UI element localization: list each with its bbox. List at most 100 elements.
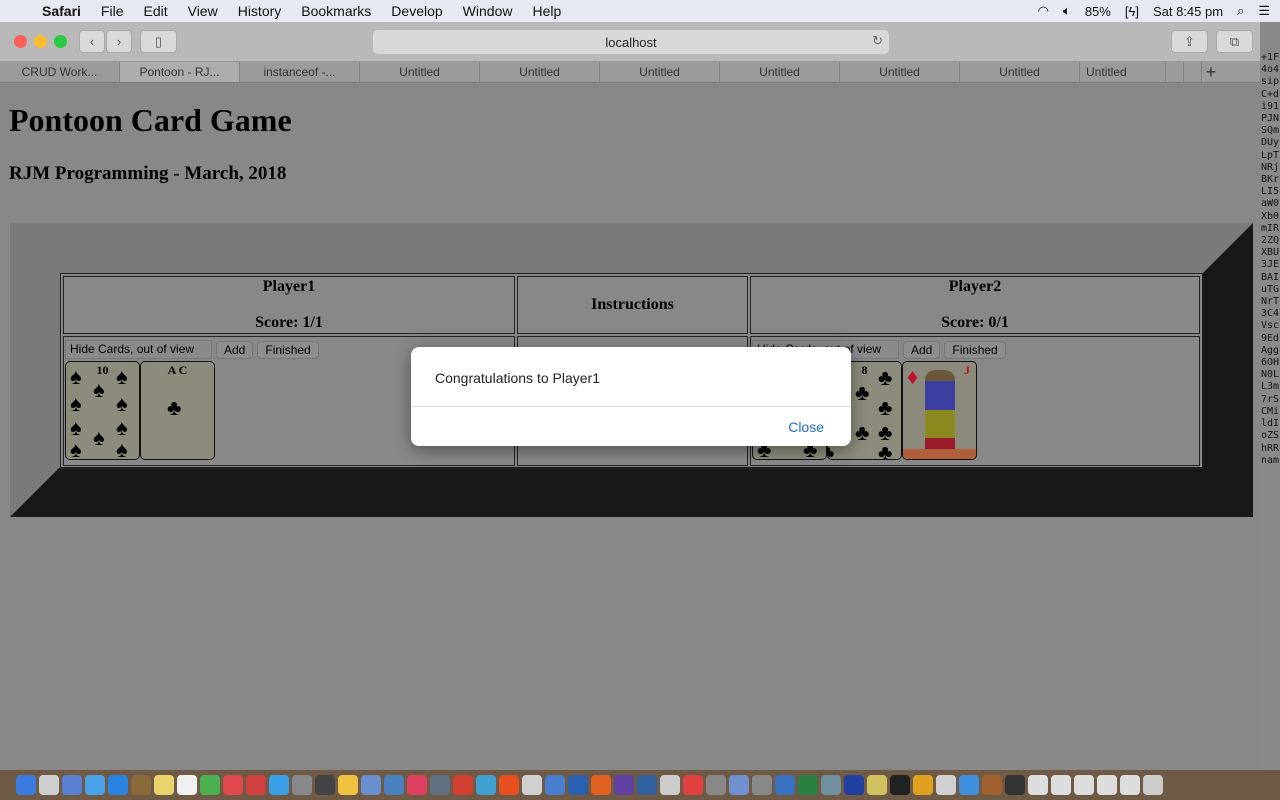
dock-app-icon[interactable] xyxy=(706,775,726,795)
dock-app-icon[interactable] xyxy=(430,775,450,795)
close-window-icon[interactable] xyxy=(14,35,27,48)
dock-app-icon[interactable] xyxy=(476,775,496,795)
new-tab-button[interactable]: + xyxy=(1202,62,1220,82)
dock-app-icon[interactable] xyxy=(223,775,243,795)
dock-app-icon[interactable] xyxy=(177,775,197,795)
dock-app-icon[interactable] xyxy=(821,775,841,795)
menu-bookmarks[interactable]: Bookmarks xyxy=(291,3,381,19)
minimize-window-icon[interactable] xyxy=(34,35,47,48)
dock-app-icon[interactable] xyxy=(269,775,289,795)
dock-app-icon[interactable] xyxy=(62,775,82,795)
dock-app-icon[interactable] xyxy=(591,775,611,795)
dock-app-icon[interactable] xyxy=(913,775,933,795)
menu-view[interactable]: View xyxy=(178,3,228,19)
dock-app-icon[interactable] xyxy=(292,775,312,795)
zoom-window-icon[interactable] xyxy=(54,35,67,48)
dock-app-icon[interactable] xyxy=(660,775,680,795)
tab[interactable]: Untitled xyxy=(960,62,1080,82)
dock-app-icon[interactable] xyxy=(775,775,795,795)
dock-app-icon[interactable] xyxy=(1074,775,1094,795)
volume-icon[interactable]: 🔈︎ xyxy=(1063,3,1071,19)
dock-app-icon[interactable] xyxy=(108,775,128,795)
dock-app-icon[interactable] xyxy=(16,775,36,795)
tab[interactable]: Untitled xyxy=(840,62,960,82)
menu-file[interactable]: File xyxy=(91,3,134,19)
tabs-overview-button[interactable]: ⧉ xyxy=(1216,30,1253,53)
dock-app-icon[interactable] xyxy=(1097,775,1117,795)
clubs-pip-icon: ♣ xyxy=(878,365,893,390)
dock-app-icon[interactable] xyxy=(154,775,174,795)
tab[interactable]: instanceof -... xyxy=(240,62,360,82)
url-text: localhost xyxy=(605,34,657,50)
dock-app-icon[interactable] xyxy=(131,775,151,795)
tab[interactable]: Untitled xyxy=(600,62,720,82)
dock-app-icon[interactable] xyxy=(844,775,864,795)
dock-app-icon[interactable] xyxy=(890,775,910,795)
player2-finished-button[interactable]: Finished xyxy=(944,340,1006,359)
playing-card: A C ♣ xyxy=(140,361,215,460)
side-text-line: XBU xyxy=(1261,247,1280,259)
back-button[interactable]: ‹ xyxy=(79,30,105,53)
close-button[interactable]: Close xyxy=(788,419,824,435)
tab-active[interactable]: Pontoon - RJ... xyxy=(120,62,240,82)
dock-app-icon[interactable] xyxy=(1005,775,1025,795)
dock-app-icon[interactable] xyxy=(1143,775,1163,795)
dock-app-icon[interactable] xyxy=(315,775,335,795)
menu-help[interactable]: Help xyxy=(522,3,571,19)
dock-app-icon[interactable] xyxy=(200,775,220,795)
dock-app-icon[interactable] xyxy=(614,775,634,795)
dock-app-icon[interactable] xyxy=(982,775,1002,795)
player1-add-button[interactable]: Add xyxy=(216,340,254,359)
menu-window[interactable]: Window xyxy=(453,3,523,19)
dock-app-icon[interactable] xyxy=(568,775,588,795)
spotlight-icon[interactable]: ⌕ xyxy=(1237,3,1244,19)
address-bar[interactable]: localhost ↻ xyxy=(373,30,889,54)
share-button[interactable]: ⇪ xyxy=(1171,30,1208,53)
tab[interactable] xyxy=(1184,62,1202,82)
dock-app-icon[interactable] xyxy=(867,775,887,795)
dock-app-icon[interactable] xyxy=(361,775,381,795)
tab[interactable]: Untitled xyxy=(720,62,840,82)
dock-app-icon[interactable] xyxy=(338,775,358,795)
tab[interactable]: Untitled xyxy=(360,62,480,82)
player1-hide-cards-field[interactable]: Hide Cards, out of view xyxy=(65,340,212,359)
menu-safari[interactable]: Safari xyxy=(32,3,91,19)
notification-icon[interactable]: ☰ xyxy=(1258,3,1270,19)
menu-edit[interactable]: Edit xyxy=(133,3,177,19)
reload-icon[interactable]: ↻ xyxy=(872,33,883,49)
dock-app-icon[interactable] xyxy=(729,775,749,795)
dock-app-icon[interactable] xyxy=(1051,775,1071,795)
dock-app-icon[interactable] xyxy=(39,775,59,795)
dock-app-icon[interactable] xyxy=(453,775,473,795)
tab[interactable]: CRUD Work... xyxy=(0,62,120,82)
dock-app-icon[interactable] xyxy=(752,775,772,795)
player2-add-button[interactable]: Add xyxy=(903,340,941,359)
player1-finished-button[interactable]: Finished xyxy=(257,340,319,359)
dock-app-icon[interactable] xyxy=(936,775,956,795)
dock-app-icon[interactable] xyxy=(522,775,542,795)
dock-app-icon[interactable] xyxy=(637,775,657,795)
tab[interactable] xyxy=(1166,62,1184,82)
dock-app-icon[interactable] xyxy=(384,775,404,795)
wifi-icon[interactable]: ◠ xyxy=(1038,3,1049,19)
dock-app-icon[interactable] xyxy=(683,775,703,795)
dock-app-icon[interactable] xyxy=(798,775,818,795)
instructions-header[interactable]: Instructions xyxy=(517,276,748,334)
dock-app-icon[interactable] xyxy=(499,775,519,795)
dock-app-icon[interactable] xyxy=(545,775,565,795)
menu-history[interactable]: History xyxy=(228,3,292,19)
tab[interactable]: Untitled xyxy=(1080,62,1166,82)
dock-app-icon[interactable] xyxy=(85,775,105,795)
sidebar-button[interactable]: ▯ xyxy=(140,30,177,53)
clock[interactable]: Sat 8:45 pm xyxy=(1153,4,1223,19)
dock-app-icon[interactable] xyxy=(1028,775,1048,795)
battery-percent[interactable]: 85% xyxy=(1085,4,1111,19)
dock-app-icon[interactable] xyxy=(407,775,427,795)
dock-app-icon[interactable] xyxy=(1120,775,1140,795)
tab[interactable]: Untitled xyxy=(480,62,600,82)
forward-button[interactable]: › xyxy=(106,30,132,53)
jack-figure xyxy=(925,370,955,450)
menu-develop[interactable]: Develop xyxy=(381,3,452,19)
dock-app-icon[interactable] xyxy=(959,775,979,795)
dock-app-icon[interactable] xyxy=(246,775,266,795)
